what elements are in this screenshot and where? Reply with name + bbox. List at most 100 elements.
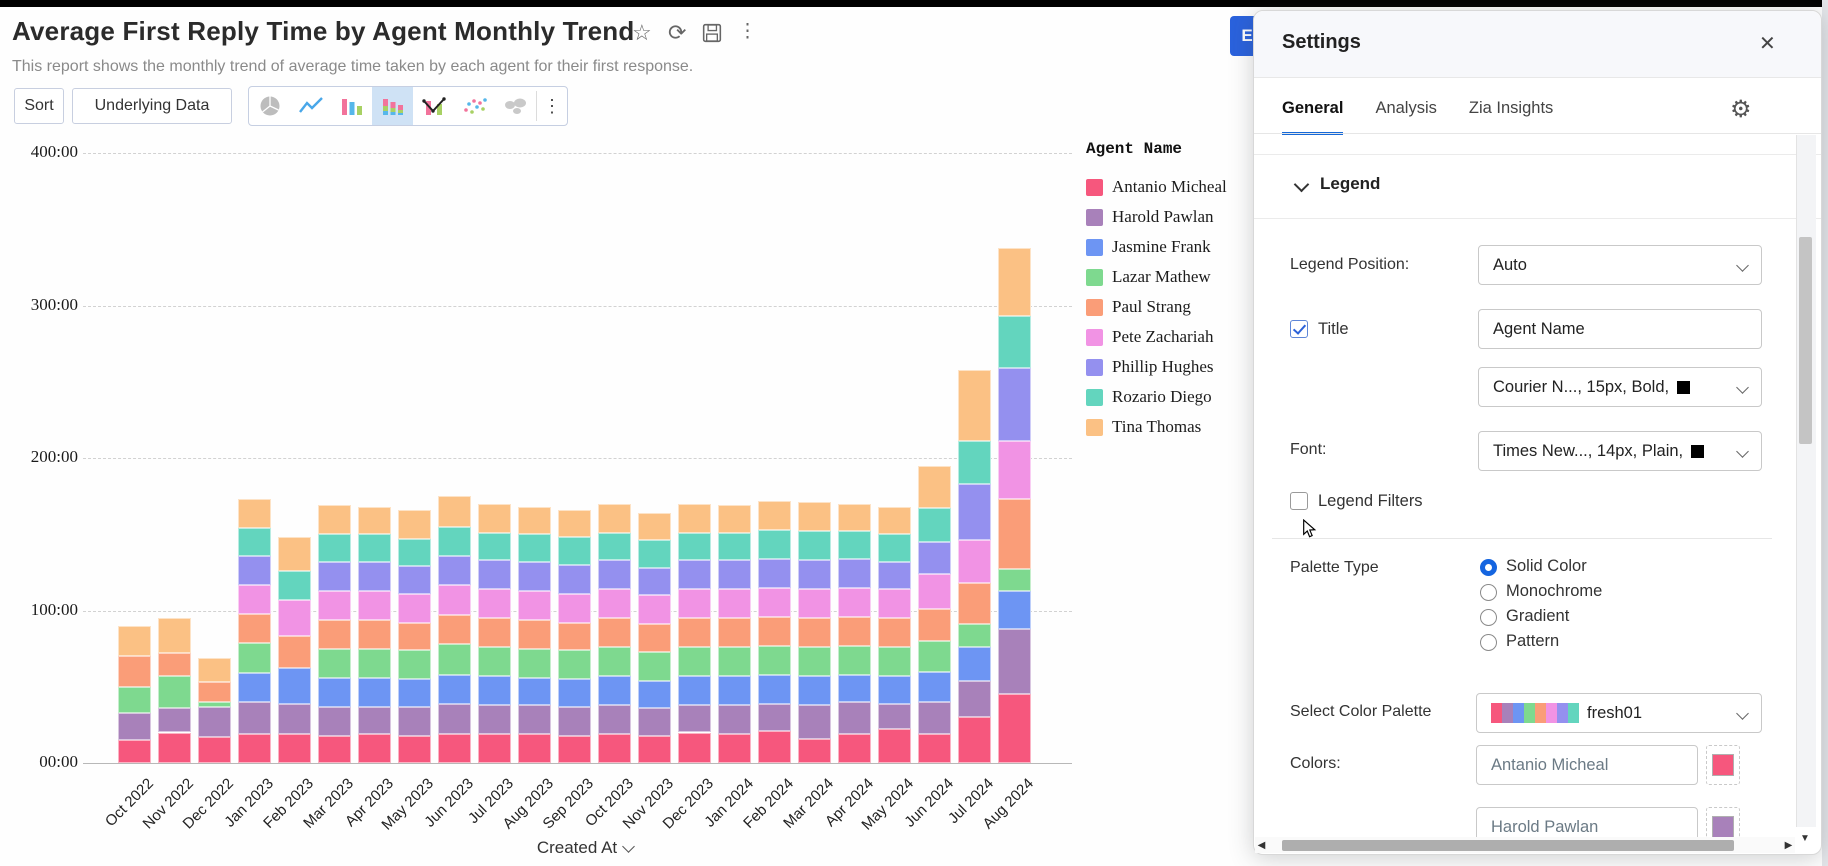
bar-segment[interactable] [198,707,231,738]
bar-segment[interactable] [638,595,671,624]
bar-segment[interactable] [878,589,911,618]
bar-segment[interactable] [598,734,631,763]
bar-segment[interactable] [838,675,871,702]
bar-segment[interactable] [198,658,231,682]
bar-segment[interactable] [678,560,711,589]
bar-segment[interactable] [638,708,671,735]
bar-segment[interactable] [958,717,991,763]
bar-segment[interactable] [318,591,351,620]
bar-segment[interactable] [198,682,231,702]
bar-segment[interactable] [838,559,871,588]
radio-gradient[interactable] [1480,609,1497,626]
bar-segment[interactable] [998,368,1031,441]
bar-segment[interactable] [878,562,911,589]
bar-segment[interactable] [918,542,951,574]
bar-segment[interactable] [598,647,631,676]
bar-segment[interactable] [558,707,591,736]
bar-segment[interactable] [678,705,711,732]
bar-segment[interactable] [518,705,551,734]
bar-segment[interactable] [238,556,271,585]
bar-segment[interactable] [718,505,751,532]
bar-segment[interactable] [838,504,871,531]
legend-item[interactable]: Pete Zachariah [1086,322,1256,352]
bar-segment[interactable] [518,591,551,620]
bar-segment[interactable] [318,678,351,707]
legend-item[interactable]: Harold Pawlan [1086,202,1256,232]
bar-segment[interactable] [518,507,551,534]
bar-segment[interactable] [638,681,671,708]
bar-segment[interactable] [878,507,911,534]
bar-segment[interactable] [918,641,951,672]
bar-segment[interactable] [798,589,831,618]
bar-segment[interactable] [718,533,751,560]
bar-segment[interactable] [478,533,511,560]
bar-segment[interactable] [558,736,591,763]
bar-segment[interactable] [158,618,191,653]
tab-general[interactable]: General [1282,99,1343,135]
legend-title-font-dropdown[interactable]: Courier N..., 15px, Bold, [1478,367,1762,407]
bar-segment[interactable] [678,533,711,560]
legend-font-dropdown[interactable]: Times New..., 14px, Plain, [1478,431,1762,471]
bar-segment[interactable] [598,676,631,705]
bar-segment[interactable] [158,653,191,676]
title-checkbox[interactable] [1290,320,1308,338]
legend-filters-checkbox[interactable] [1290,492,1308,510]
bar-segment[interactable] [838,531,871,558]
bar-segment[interactable] [438,585,471,616]
bar-segment[interactable] [678,647,711,676]
bar-segment[interactable] [478,676,511,705]
bar-segment[interactable] [638,736,671,763]
legend-item[interactable]: Phillip Hughes [1086,352,1256,382]
bar-segment[interactable] [358,678,391,707]
bar-segment[interactable] [958,370,991,442]
bar-segment[interactable] [358,507,391,534]
bar-segment[interactable] [358,534,391,561]
bar-segment[interactable] [638,652,671,681]
bar-segment[interactable] [238,734,271,763]
bar-segment[interactable] [598,589,631,618]
bar-segment[interactable] [478,734,511,763]
x-axis-title-dropdown[interactable]: Created At [505,838,665,858]
bar-segment[interactable] [358,734,391,763]
bar-segment[interactable] [438,496,471,527]
bar-segment[interactable] [238,499,271,528]
bar-segment[interactable] [878,647,911,676]
horizontal-scrollbar-thumb[interactable] [1282,840,1734,851]
bar-segment[interactable] [558,650,591,679]
bar-segment[interactable] [918,609,951,641]
bar-segment[interactable] [638,568,671,595]
bar-segment[interactable] [118,740,151,763]
bar-segment[interactable] [398,736,431,763]
bar-segment[interactable] [918,574,951,609]
bar-segment[interactable] [398,539,431,566]
bar-segment[interactable] [958,540,991,583]
bar-segment[interactable] [638,540,671,567]
bar-segment[interactable] [158,708,191,732]
bar-segment[interactable] [918,508,951,542]
bar-segment[interactable] [438,527,471,556]
bar-segment[interactable] [358,649,391,678]
bar-segment[interactable] [838,734,871,763]
bar-segment[interactable] [638,513,671,540]
bar-segment[interactable] [438,675,471,704]
bar-segment[interactable] [398,650,431,679]
legend-item[interactable]: Antanio Micheal [1086,172,1256,202]
bar-segment[interactable] [758,530,791,559]
bar-segment[interactable] [958,583,991,624]
bar-segment[interactable] [318,562,351,591]
bar-segment[interactable] [758,731,791,763]
bar-segment[interactable] [398,679,431,706]
bar-segment[interactable] [518,562,551,591]
scroll-left-arrow-icon[interactable]: ◀ [1255,840,1268,851]
bar-segment[interactable] [718,647,751,676]
bar-segment[interactable] [678,618,711,647]
legend-item[interactable]: Lazar Mathew [1086,262,1256,292]
bar-segment[interactable] [678,733,711,764]
horizontal-scrollbar[interactable]: ◀ ▶ [1255,837,1795,853]
bar-segment[interactable] [798,560,831,589]
bar-segment[interactable] [718,705,751,734]
bar-segment[interactable] [998,316,1031,368]
tab-zia-insights[interactable]: Zia Insights [1469,99,1553,132]
bar-segment[interactable] [838,617,871,646]
bar-segment[interactable] [278,537,311,571]
